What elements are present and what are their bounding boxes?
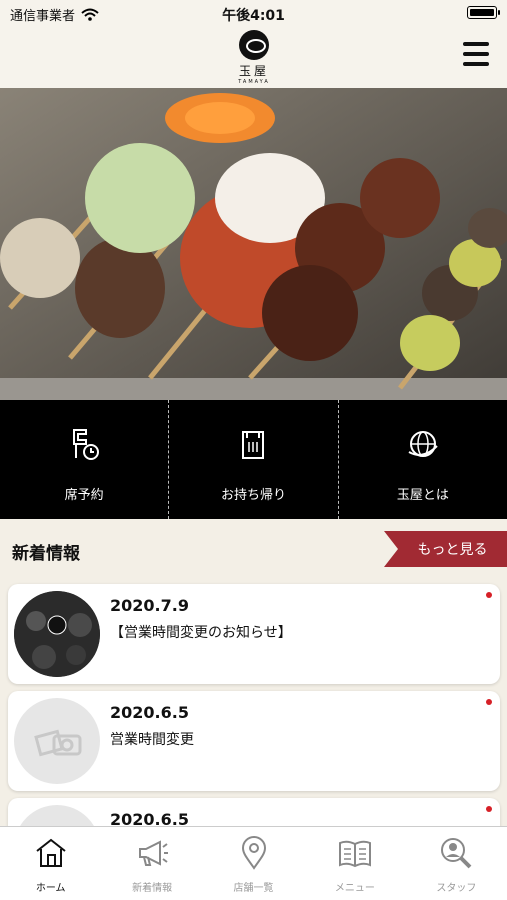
tab-menu[interactable]: メニュー xyxy=(304,827,405,900)
unread-dot xyxy=(486,699,492,705)
takeout-button[interactable]: お持ち帰り xyxy=(168,400,337,519)
about-label: 玉屋とは xyxy=(396,488,449,503)
tab-stores-label: 店舗一覧 xyxy=(233,883,274,894)
unread-dot xyxy=(486,806,492,812)
hamburger-line-icon xyxy=(463,42,489,46)
news-date: 2020.7.9 xyxy=(110,596,189,615)
takeout-label: お持ち帰り xyxy=(220,488,286,503)
reservation-icon xyxy=(73,429,100,460)
news-headline: 【営業時間変更のお知らせ】 xyxy=(110,625,292,641)
menu-book-icon xyxy=(338,840,371,868)
logo-mark-icon xyxy=(239,30,269,60)
reservation-label: 席予約 xyxy=(64,488,104,503)
staff-search-icon xyxy=(441,838,472,869)
hamburger-line-icon xyxy=(463,52,489,56)
tab-news-label: 新着情報 xyxy=(132,883,173,894)
hamburger-menu-button[interactable] xyxy=(463,42,489,68)
tab-news[interactable]: 新着情報 xyxy=(101,827,202,900)
home-icon xyxy=(36,838,66,867)
logo-subtext: TAMAYA xyxy=(238,79,270,85)
map-pin-icon xyxy=(241,836,266,870)
megaphone-icon xyxy=(139,840,169,866)
tab-menu-label: メニュー xyxy=(334,883,375,894)
tab-home-label: ホーム xyxy=(35,883,66,894)
tamaya-logo[interactable]: 玉屋 TAMAYA xyxy=(236,30,272,85)
tab-staff[interactable]: スタッフ xyxy=(406,827,507,900)
news-date: 2020.6.5 xyxy=(110,703,189,722)
bottom-tab-bar: ホーム 新着情報 店舗一覧 メニュー スタッフ xyxy=(0,826,507,900)
tab-stores[interactable]: 店舗一覧 xyxy=(203,827,304,900)
news-card[interactable]: 2020.7.9 【営業時間変更のお知らせ】 xyxy=(8,584,500,684)
action-bar: 席予約 お持ち帰り 玉屋とは xyxy=(0,400,507,519)
hero-image-yakitori xyxy=(0,88,507,400)
app-header: 玉屋 TAMAYA xyxy=(0,26,507,88)
globe-icon xyxy=(408,431,438,457)
news-section-title: 新着情報 xyxy=(12,544,80,564)
tab-staff-label: スタッフ xyxy=(436,883,477,894)
status-time: 午後4:01 xyxy=(222,8,285,24)
takeout-bag-icon xyxy=(242,431,265,459)
battery-icon xyxy=(467,6,500,19)
reservation-button[interactable]: 席予約 xyxy=(0,400,168,519)
status-bar: 通信事業者 午後4:01 xyxy=(0,0,507,26)
hamburger-line-icon xyxy=(463,62,489,66)
see-more-button[interactable]: もっと見る xyxy=(384,531,507,567)
news-card[interactable]: 2020.6.5 営業時間変更 xyxy=(8,691,500,791)
about-tamaya-button[interactable]: 玉屋とは xyxy=(337,400,507,519)
news-headline: 営業時間変更 xyxy=(110,732,194,748)
unread-dot xyxy=(486,592,492,598)
logo-text: 玉屋 xyxy=(238,64,269,78)
logo-thumbnail xyxy=(14,591,100,677)
placeholder-photo-icon xyxy=(14,698,100,784)
tab-home[interactable]: ホーム xyxy=(0,827,101,900)
